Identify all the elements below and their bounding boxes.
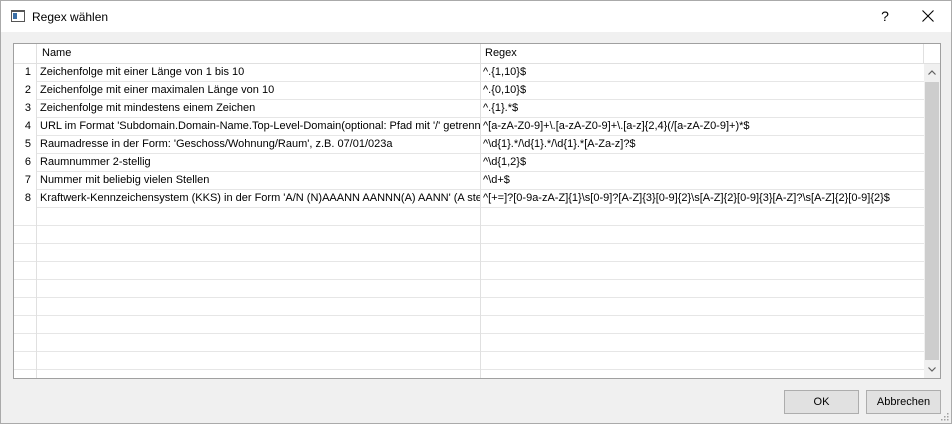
column-divider xyxy=(480,244,481,262)
window-title: Regex wählen xyxy=(32,10,109,24)
row-number: 6 xyxy=(14,154,37,172)
empty-row[interactable] xyxy=(14,280,924,298)
regex-cell[interactable]: ^.{1,10}$ xyxy=(481,64,924,82)
help-button[interactable]: ? xyxy=(867,1,903,32)
table-row[interactable]: 5 Raumadresse in der Form: 'Geschoss/Woh… xyxy=(14,136,924,154)
regex-cell[interactable]: ^\d{1,2}$ xyxy=(481,154,924,172)
regex-cell[interactable]: ^.{1}.*$ xyxy=(481,100,924,118)
column-divider xyxy=(480,208,481,226)
row-number: 7 xyxy=(14,172,37,190)
column-divider xyxy=(480,298,481,316)
empty-row[interactable] xyxy=(14,352,924,370)
close-icon xyxy=(922,10,934,22)
title-bar: Regex wählen ? xyxy=(1,1,951,32)
column-divider xyxy=(480,262,481,280)
table-row[interactable]: 3 Zeichenfolge mit mindestens einem Zeic… xyxy=(14,100,924,118)
name-cell[interactable]: Raumnummer 2-stellig xyxy=(38,154,481,172)
name-cell[interactable]: Nummer mit beliebig vielen Stellen xyxy=(38,172,481,190)
empty-row-number xyxy=(14,226,37,244)
column-divider xyxy=(480,226,481,244)
empty-row-number xyxy=(14,370,37,378)
empty-row-number xyxy=(14,208,37,226)
row-number: 2 xyxy=(14,82,37,100)
ok-button[interactable]: OK xyxy=(784,390,859,414)
name-cell[interactable]: Raumadresse in der Form: 'Geschoss/Wohnu… xyxy=(38,136,481,154)
resize-grip-icon[interactable] xyxy=(939,411,949,421)
column-divider xyxy=(480,316,481,334)
vertical-scrollbar[interactable] xyxy=(924,64,940,378)
empty-row[interactable] xyxy=(14,226,924,244)
empty-row[interactable] xyxy=(14,298,924,316)
column-header-name[interactable]: Name xyxy=(38,44,481,64)
table-row[interactable]: 4 URL im Format 'Subdomain.Domain-Name.T… xyxy=(14,118,924,136)
row-number: 3 xyxy=(14,100,37,118)
name-cell[interactable]: URL im Format 'Subdomain.Domain-Name.Top… xyxy=(38,118,481,136)
empty-row[interactable] xyxy=(14,334,924,352)
cancel-button[interactable]: Abbrechen xyxy=(866,390,941,414)
scrollbar-thumb[interactable] xyxy=(925,82,939,360)
empty-row[interactable] xyxy=(14,208,924,226)
empty-row[interactable] xyxy=(14,244,924,262)
empty-row-number xyxy=(14,352,37,370)
scroll-down-button[interactable] xyxy=(924,361,940,378)
empty-row-number xyxy=(14,334,37,352)
regex-cell[interactable]: ^.{0,10}$ xyxy=(481,82,924,100)
chevron-up-icon xyxy=(928,70,936,75)
column-divider xyxy=(480,352,481,370)
empty-row[interactable] xyxy=(14,316,924,334)
dialog-window: Regex wählen ? Name Regex 1 Zeichenfolge… xyxy=(0,0,952,424)
empty-row-number xyxy=(14,298,37,316)
scroll-up-button[interactable] xyxy=(924,64,940,81)
column-divider xyxy=(480,370,481,378)
row-number: 8 xyxy=(14,190,37,208)
table-row[interactable]: 6 Raumnummer 2-stellig ^\d{1,2}$ xyxy=(14,154,924,172)
name-cell[interactable]: Zeichenfolge mit einer maximalen Länge v… xyxy=(38,82,481,100)
empty-row-number xyxy=(14,280,37,298)
chevron-down-icon xyxy=(928,367,936,372)
row-number: 4 xyxy=(14,118,37,136)
empty-row[interactable] xyxy=(14,262,924,280)
table-row[interactable]: 2 Zeichenfolge mit einer maximalen Länge… xyxy=(14,82,924,100)
regex-cell[interactable]: ^[a-zA-Z0-9]+\.[a-zA-Z0-9]+\.[a-z]{2,4}(… xyxy=(481,118,924,136)
table-header: Name Regex xyxy=(14,44,940,64)
table-row[interactable]: 8 Kraftwerk-Kennzeichensystem (KKS) in d… xyxy=(14,190,924,208)
empty-row[interactable] xyxy=(14,370,924,378)
window-icon xyxy=(11,10,25,22)
name-cell[interactable]: Zeichenfolge mit einer Länge von 1 bis 1… xyxy=(38,64,481,82)
empty-row-number xyxy=(14,316,37,334)
empty-row-number xyxy=(14,262,37,280)
regex-cell[interactable]: ^\d{1}.*/\d{1}.*/\d{1}.*[A-Za-z]?$ xyxy=(481,136,924,154)
column-header-regex[interactable]: Regex xyxy=(481,44,924,64)
row-number: 5 xyxy=(14,136,37,154)
regex-cell[interactable]: ^[+=]?[0-9a-zA-Z]{1}\s[0-9]?[A-Z]{3}[0-9… xyxy=(481,190,924,208)
close-button[interactable] xyxy=(905,1,951,32)
column-divider xyxy=(480,334,481,352)
empty-row-number xyxy=(14,244,37,262)
regex-cell[interactable]: ^\d+$ xyxy=(481,172,924,190)
table-row[interactable]: 1 Zeichenfolge mit einer Länge von 1 bis… xyxy=(14,64,924,82)
name-cell[interactable]: Kraftwerk-Kennzeichensystem (KKS) in der… xyxy=(38,190,481,208)
row-number: 1 xyxy=(14,64,37,82)
table-row[interactable]: 7 Nummer mit beliebig vielen Stellen ^\d… xyxy=(14,172,924,190)
name-cell[interactable]: Zeichenfolge mit mindestens einem Zeiche… xyxy=(38,100,481,118)
header-corner xyxy=(14,44,37,64)
column-divider xyxy=(480,280,481,298)
regex-table[interactable]: Name Regex 1 Zeichenfolge mit einer Läng… xyxy=(13,43,941,379)
